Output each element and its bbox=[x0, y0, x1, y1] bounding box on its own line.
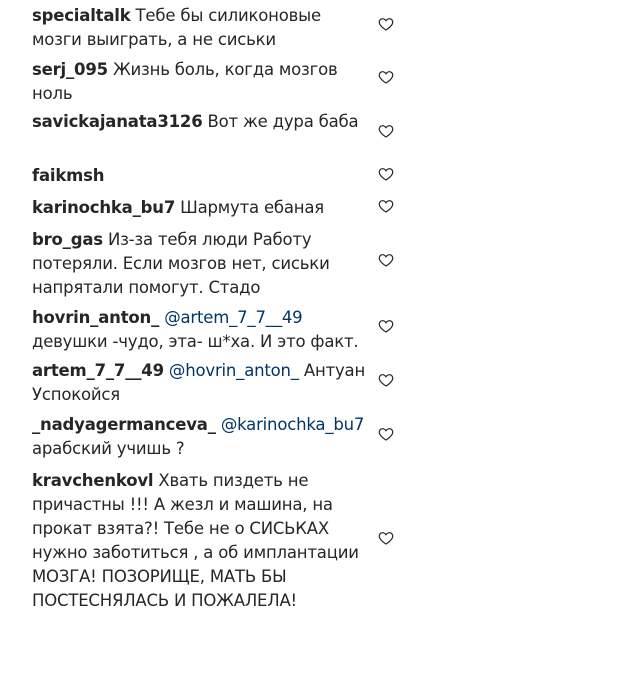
like-heart-icon[interactable] bbox=[378, 69, 394, 85]
comment-text: savickajanata3126 Вот же дура баба ￼ bbox=[32, 110, 372, 134]
comment-username[interactable]: _nadyagermanceva_ bbox=[32, 415, 216, 434]
comment-body: Вот же дура баба ￼ bbox=[207, 112, 364, 131]
comment-item: kravchenkovl Хвать пиздеть не причастны … bbox=[32, 469, 592, 613]
comment-item: artem_7_7__49 @hovrin_anton_ Антуан Успо… bbox=[32, 359, 592, 407]
comment-username[interactable]: hovrin_anton_ bbox=[32, 308, 159, 327]
comment-item: savickajanata3126 Вот же дура баба ￼ bbox=[32, 110, 592, 138]
comment-text: artem_7_7__49 @hovrin_anton_ Антуан Успо… bbox=[32, 359, 372, 407]
comment-text: kravchenkovl Хвать пиздеть не причастны … bbox=[32, 469, 372, 613]
comment-username[interactable]: kravchenkovl bbox=[32, 471, 154, 490]
comment-item: specialtalk Тебе бы силиконовые мозги вы… bbox=[32, 4, 592, 52]
comment-item: serj_095 Жизнь боль, когда мозгов ноль bbox=[32, 58, 592, 106]
comment-username[interactable]: bro_gas bbox=[32, 230, 103, 249]
comment-username[interactable]: faikmsh bbox=[32, 166, 105, 185]
comment-body: девушки -чудо, эта- ш*ха. И это факт. bbox=[32, 332, 359, 351]
comment-mention[interactable]: @artem_7_7__49 bbox=[164, 308, 302, 327]
comment-body: Хвать пиздеть не причастны !!! А жезл и … bbox=[32, 471, 359, 610]
like-heart-icon[interactable] bbox=[378, 198, 394, 214]
comment-text: _nadyagermanceva_ @karinochka_bu7 арабск… bbox=[32, 413, 372, 461]
like-heart-icon[interactable] bbox=[378, 318, 394, 334]
like-heart-icon[interactable] bbox=[378, 530, 394, 546]
comment-text: serj_095 Жизнь боль, когда мозгов ноль bbox=[32, 58, 372, 106]
comment-username[interactable]: savickajanata3126 bbox=[32, 112, 203, 131]
comment-item: karinochka_bu7 Шармута ебаная bbox=[32, 196, 592, 220]
comment-mention[interactable]: @hovrin_anton_ bbox=[169, 361, 299, 380]
comment-text: faikmsh ￼￼￼￼￼ bbox=[32, 164, 372, 188]
like-heart-icon[interactable] bbox=[378, 372, 394, 388]
comment-body: Шармута ебаная bbox=[180, 198, 325, 217]
comment-text: hovrin_anton_ @artem_7_7__49 девушки -чу… bbox=[32, 306, 372, 354]
comment-item: hovrin_anton_ @artem_7_7__49 девушки -чу… bbox=[32, 306, 592, 354]
like-heart-icon[interactable] bbox=[378, 252, 394, 268]
comment-text: specialtalk Тебе бы силиконовые мозги вы… bbox=[32, 4, 372, 52]
comment-username[interactable]: serj_095 bbox=[32, 60, 108, 79]
like-heart-icon[interactable] bbox=[378, 16, 394, 32]
comment-body: арабский учишь ? ￼ bbox=[32, 439, 190, 458]
comment-username[interactable]: specialtalk bbox=[32, 6, 131, 25]
like-heart-icon[interactable] bbox=[378, 166, 394, 182]
comment-item: _nadyagermanceva_ @karinochka_bu7 арабск… bbox=[32, 413, 592, 461]
like-heart-icon[interactable] bbox=[378, 426, 394, 442]
comment-mention[interactable]: @karinochka_bu7 bbox=[221, 415, 365, 434]
like-heart-icon[interactable] bbox=[378, 123, 394, 139]
comment-text: bro_gas Из-за тебя люди Работу потеряли.… bbox=[32, 228, 372, 300]
comment-item: bro_gas Из-за тебя люди Работу потеряли.… bbox=[32, 228, 592, 300]
comment-text: karinochka_bu7 Шармута ебаная bbox=[32, 196, 372, 220]
comment-username[interactable]: artem_7_7__49 bbox=[32, 361, 164, 380]
comment-item: faikmsh ￼￼￼￼￼ bbox=[32, 164, 592, 188]
comment-username[interactable]: karinochka_bu7 bbox=[32, 198, 175, 217]
